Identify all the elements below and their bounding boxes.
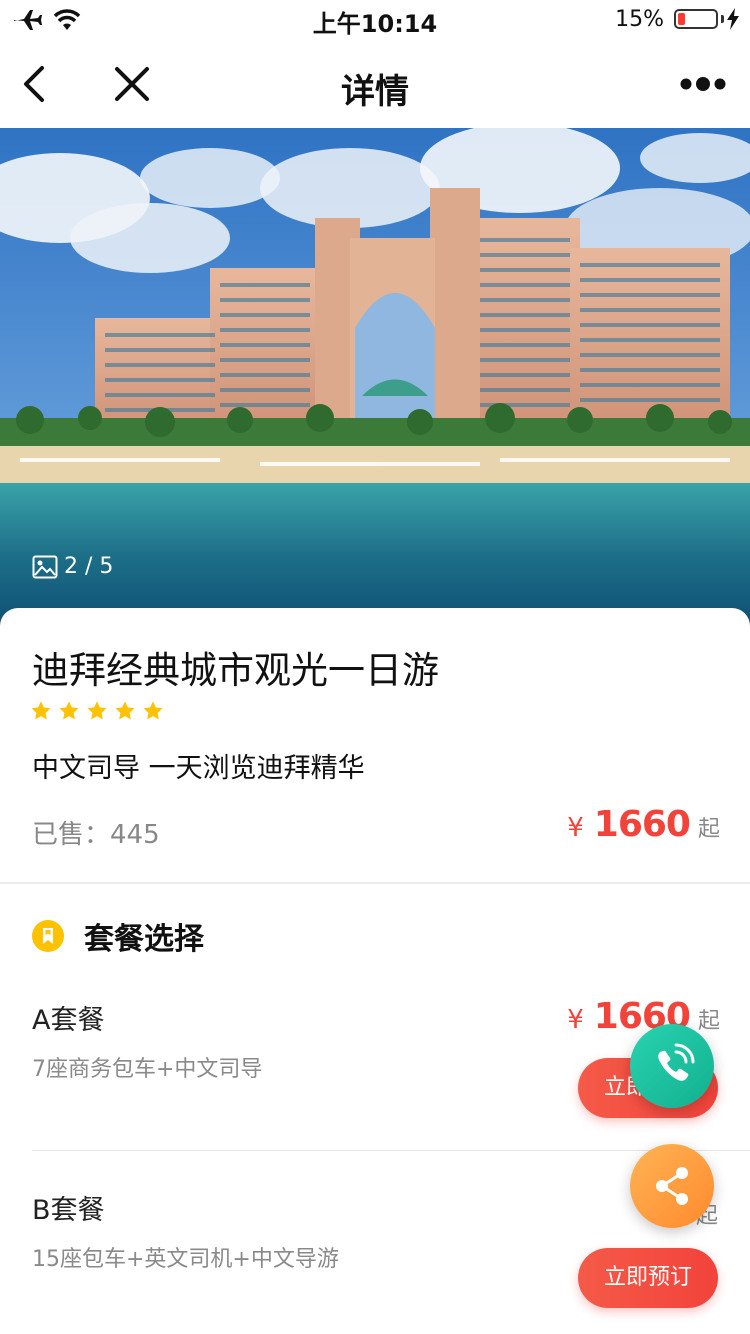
product-title: 迪拜经典城市观光一日游 <box>32 649 439 692</box>
star-icon <box>31 701 51 720</box>
package-a-desc: 7座商务包车+中文司导 <box>32 1057 263 1082</box>
page-title: 详情 <box>341 72 409 112</box>
more-icon <box>680 77 726 91</box>
packages-header: 套餐选择 <box>32 914 204 958</box>
price-amount: 1660 <box>593 804 691 845</box>
product-info-card: 迪拜经典城市观光一日游 中文司导 一天浏览迪拜精华 已售：445 ¥ 1660 … <box>0 608 750 884</box>
package-b-book-button[interactable]: 立即预订 <box>578 1248 718 1308</box>
rating-stars <box>30 700 164 722</box>
battery-icon <box>674 9 718 29</box>
price-currency: ¥ <box>567 1005 584 1035</box>
bookmark-icon <box>32 920 64 952</box>
packages-title: 套餐选择 <box>84 922 204 957</box>
call-button[interactable] <box>630 1024 714 1108</box>
package-b-desc: 15座包车+英文司机+中文导游 <box>32 1247 339 1272</box>
share-button[interactable] <box>630 1144 714 1228</box>
nav-bar: 详情 <box>0 40 750 128</box>
product-price: ¥ 1660 起 <box>567 804 720 845</box>
price-suffix: 起 <box>697 817 720 842</box>
hotel-photo <box>0 128 750 628</box>
package-b-name: B套餐 <box>32 1195 105 1226</box>
gallery-counter: 2 / 5 <box>32 554 113 579</box>
hero-image[interactable] <box>0 128 750 628</box>
share-icon <box>656 1167 688 1205</box>
gallery-counter-text: 2 / 5 <box>64 554 114 579</box>
star-icon <box>143 701 163 720</box>
section-divider <box>0 882 750 884</box>
image-icon <box>32 555 58 578</box>
phone-icon <box>658 1043 695 1081</box>
battery-tip <box>721 15 724 23</box>
product-subtitle: 中文司导 一天浏览迪拜精华 <box>32 753 365 784</box>
charging-icon <box>727 8 739 30</box>
more-button[interactable] <box>678 70 728 98</box>
sold-value: 445 <box>110 820 160 850</box>
star-icon <box>59 701 79 720</box>
battery-percentage: 15% <box>615 7 664 32</box>
sold-label: 已售： <box>32 820 111 850</box>
star-icon <box>87 701 107 720</box>
price-currency: ¥ <box>567 813 584 843</box>
package-a-name: A套餐 <box>32 1005 105 1036</box>
sold-count: 已售：445 <box>32 814 160 851</box>
status-bar: 上午10:14 15% <box>0 0 750 40</box>
star-icon <box>115 701 135 720</box>
